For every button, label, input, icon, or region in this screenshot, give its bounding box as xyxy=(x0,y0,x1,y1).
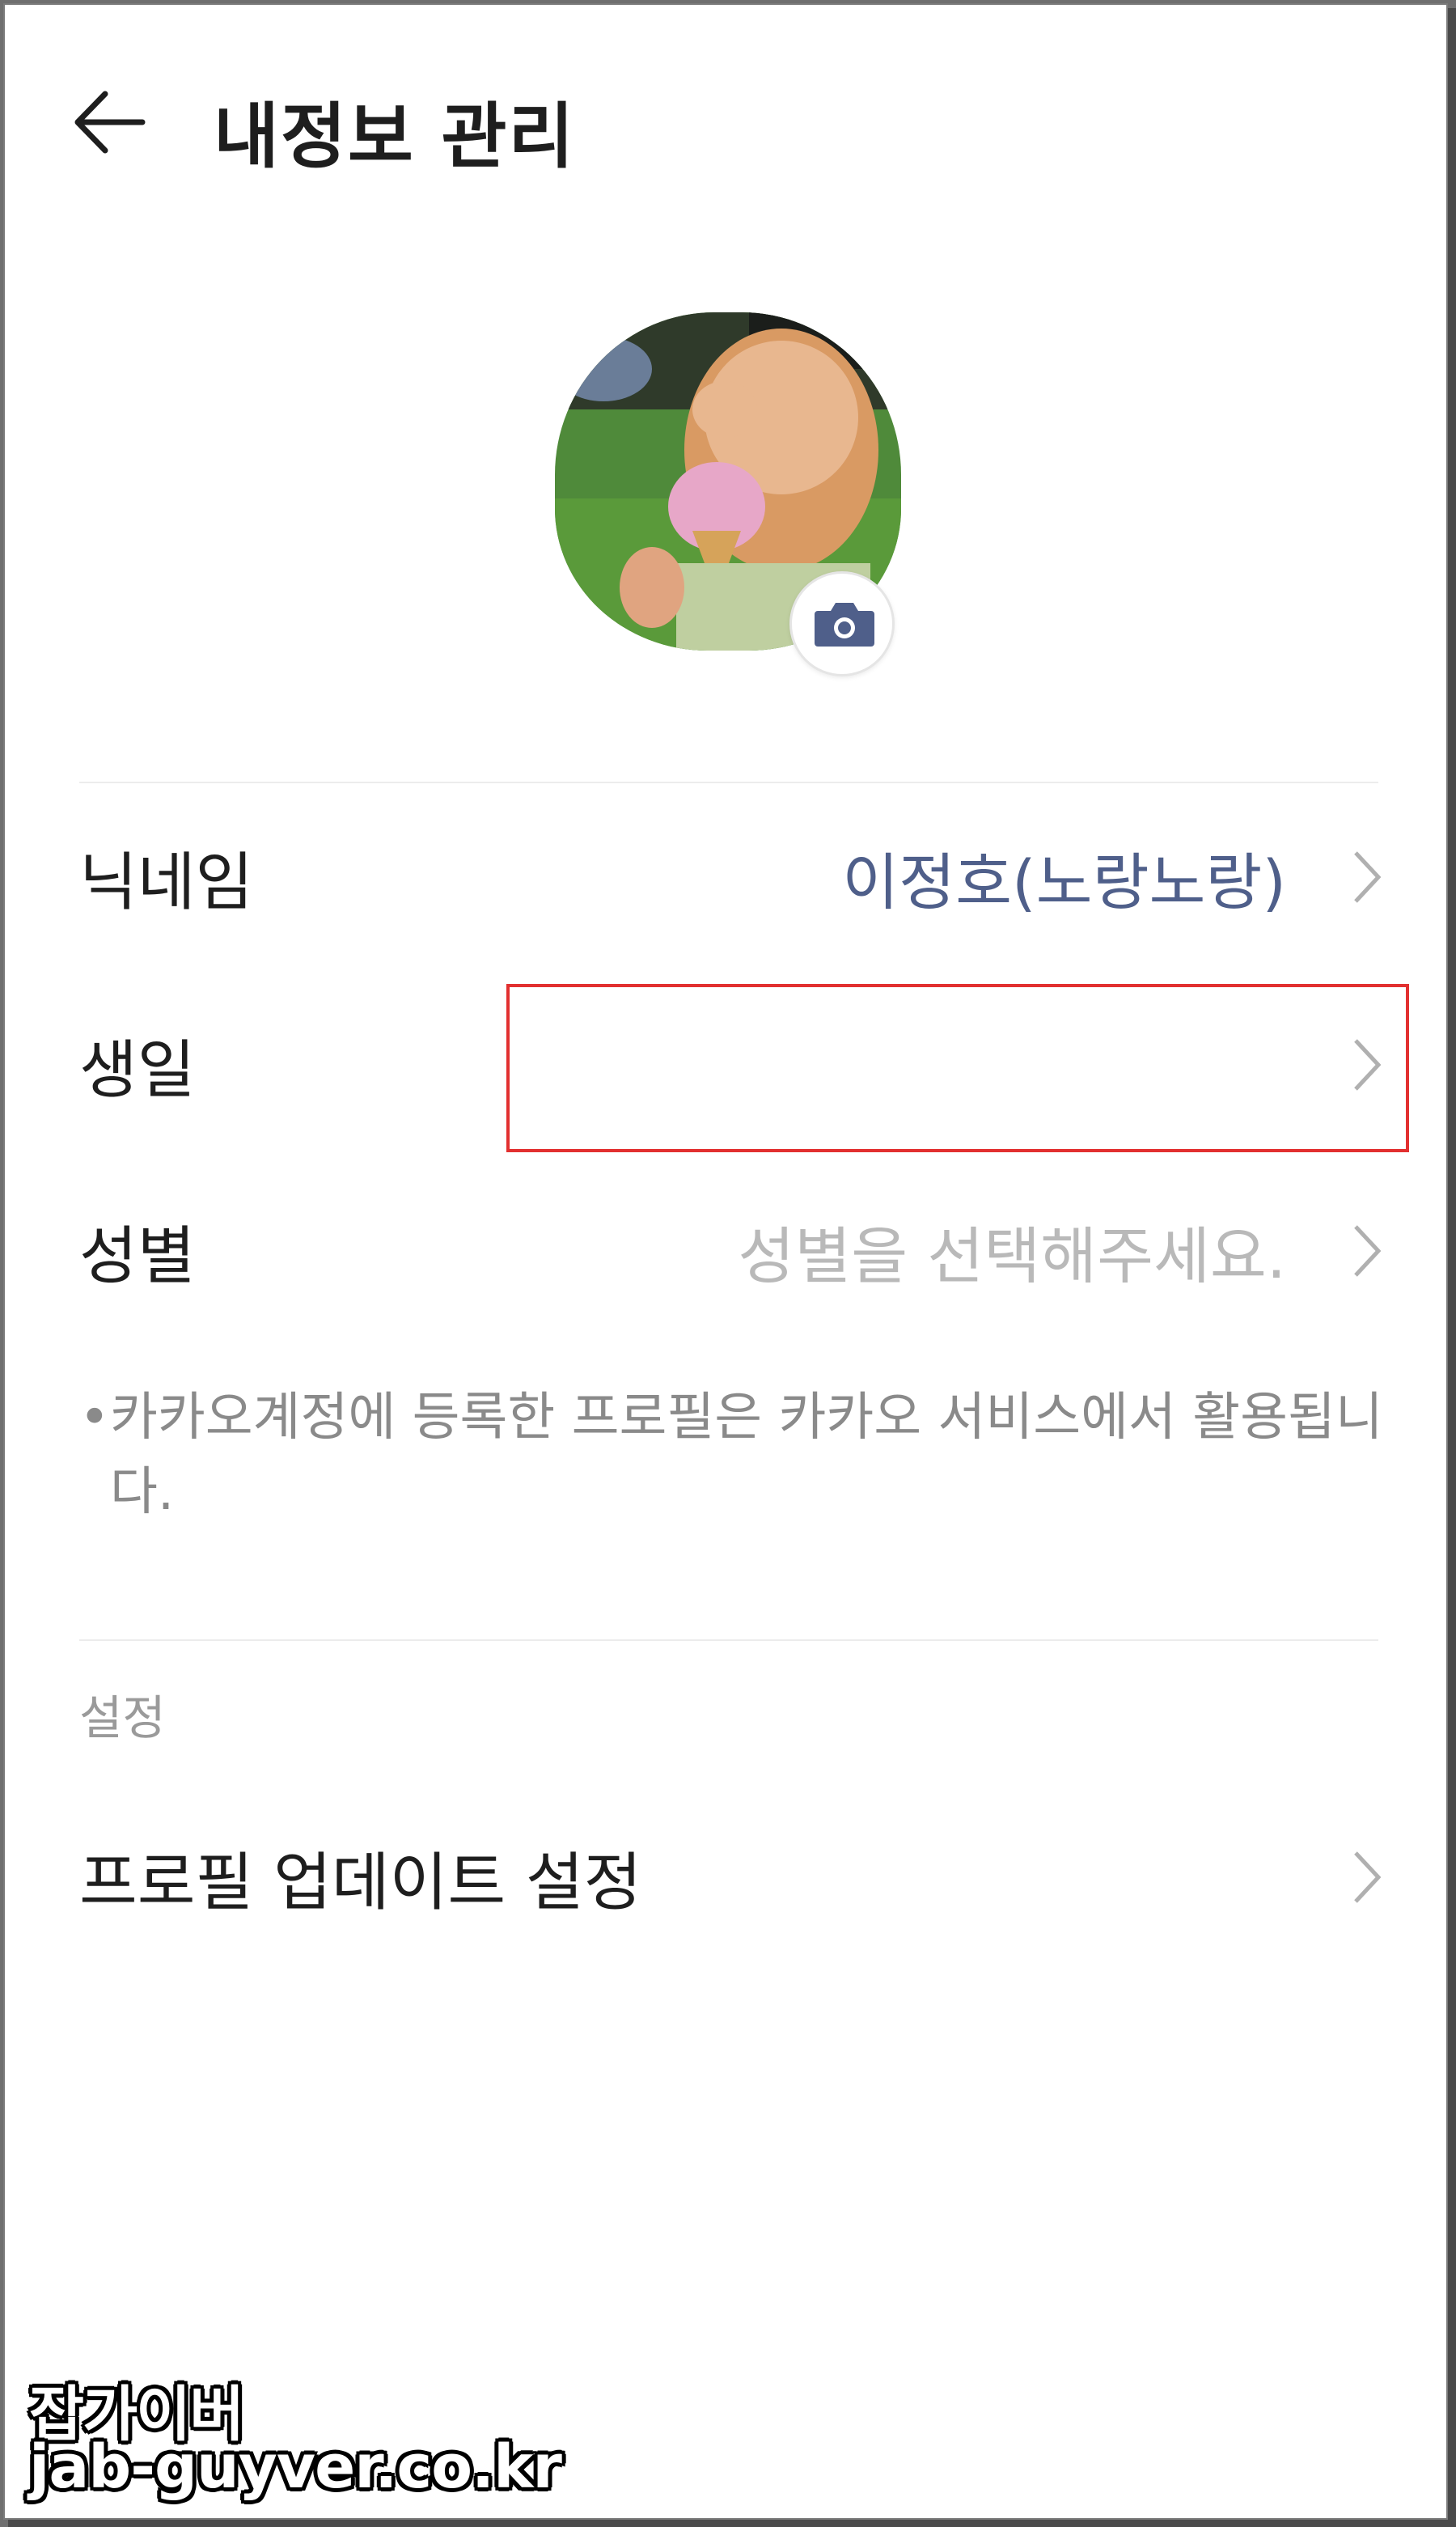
gender-placeholder: 성별을 선택해주세요. xyxy=(738,1220,1286,1292)
profile-avatar-area xyxy=(555,312,911,685)
section-divider xyxy=(79,782,1378,783)
back-button[interactable] xyxy=(70,86,147,159)
page-title: 내정보 관리 xyxy=(214,95,576,178)
camera-icon xyxy=(815,603,874,647)
app-screen: 내정보 관리 닉네임 이정호(노랑노랑) 생일 성별 성별을 선택해주세요. •… xyxy=(3,3,1448,2520)
watermark-url: jab-guyver.co.kr xyxy=(29,2432,562,2502)
gender-label: 성별 xyxy=(79,1220,196,1293)
profile-update-settings-row[interactable]: 프로필 업데이트 설정 xyxy=(79,1796,1383,1958)
settings-section-title: 설정 xyxy=(79,1690,166,1745)
profile-update-settings-label: 프로필 업데이트 설정 xyxy=(79,1846,642,1919)
header: 내정보 관리 xyxy=(5,61,1446,183)
profile-usage-notice: • 카카오계정에 등록한 프로필은 카카오 서비스에서 활용됩니다. xyxy=(79,1380,1390,1529)
section-divider xyxy=(79,1639,1378,1641)
birthday-label: 생일 xyxy=(79,1034,196,1107)
frame-shadow-bottom xyxy=(8,2520,1456,2527)
chevron-right-icon xyxy=(1354,1851,1382,1903)
highlight-annotation-box xyxy=(506,984,1409,1152)
gender-row[interactable]: 성별 성별을 선택해주세요. xyxy=(79,1170,1383,1332)
frame-shadow-right xyxy=(1448,8,1456,2527)
nickname-row[interactable]: 닉네임 이정호(노랑노랑) xyxy=(79,796,1383,958)
arrow-left-icon xyxy=(74,91,146,154)
notice-bullet: • xyxy=(79,1388,110,1448)
nickname-label: 닉네임 xyxy=(79,846,254,919)
chevron-right-icon xyxy=(1354,851,1382,903)
notice-text: 카카오계정에 등록한 프로필은 카카오 서비스에서 활용됩니다. xyxy=(110,1388,1383,1522)
chevron-right-icon xyxy=(1354,1225,1382,1277)
change-photo-button[interactable] xyxy=(789,571,895,676)
nickname-value: 이정호(노랑노랑) xyxy=(842,846,1286,918)
